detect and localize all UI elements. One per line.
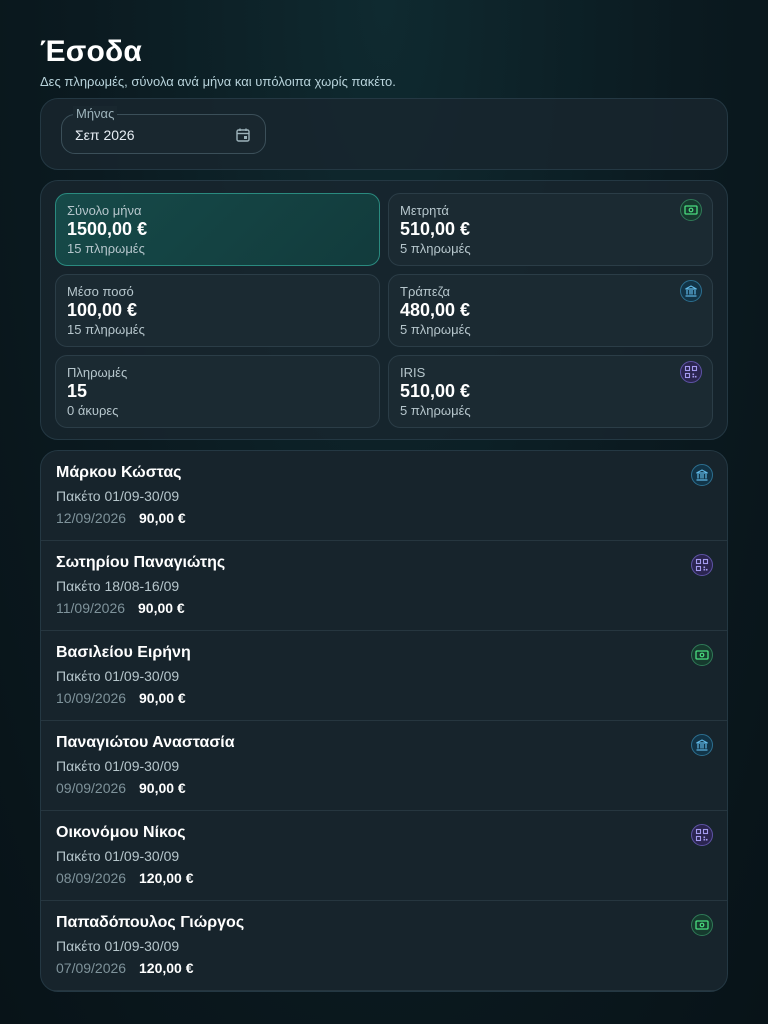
- payment-name: Οικονόμου Νίκος: [56, 824, 186, 841]
- stat-average: Μέσο ποσό 100,00 € 15 πληρωμές: [55, 274, 380, 347]
- cash-icon: [680, 199, 702, 221]
- stat-label: Σύνολο μήνα: [67, 203, 142, 218]
- payment-package: Πακέτο 18/08-16/09: [56, 578, 180, 594]
- stat-sub: 0 άκυρες: [67, 403, 119, 418]
- payment-amount: 90,00 €: [138, 600, 185, 616]
- payment-amount: 90,00 €: [139, 780, 186, 796]
- stat-iris: IRIS 510,00 € 5 πληρωμές: [388, 355, 713, 428]
- stats-card: Σύνολο μήνα 1500,00 € 15 πληρωμές Μετρητ…: [40, 180, 728, 440]
- payment-name: Παναγιώτου Αναστασία: [56, 734, 235, 751]
- payment-amount: 90,00 €: [139, 690, 186, 706]
- payment-row[interactable]: Παναγιώτου Αναστασία Πακέτο 01/09-30/09 09…: [41, 721, 727, 811]
- stat-value: 510,00 €: [400, 381, 471, 401]
- stat-cash: Μετρητά 510,00 € 5 πληρωμές: [388, 193, 713, 266]
- stat-sub: 15 πληρωμές: [67, 322, 145, 337]
- qr-icon: [691, 824, 713, 846]
- filter-card: Μήνας Σεπ 2026: [40, 98, 728, 170]
- income-page: Έσοδα Δες πληρωμές, σύνολα ανά μήνα και …: [40, 34, 728, 992]
- stat-label: Πληρωμές: [67, 365, 128, 380]
- stat-sub: 5 πληρωμές: [400, 322, 471, 337]
- month-picker-value: Σεπ 2026: [75, 127, 135, 143]
- cash-icon: [691, 644, 713, 666]
- stat-payments: Πληρωμές 15 0 άκυρες: [55, 355, 380, 428]
- payment-package: Πακέτο 01/09-30/09: [56, 668, 180, 684]
- payment-name: Βασιλείου Ειρήνη: [56, 644, 191, 661]
- payment-amount: 120,00 €: [139, 870, 194, 886]
- qr-icon: [691, 554, 713, 576]
- stat-value: 100,00 €: [67, 300, 138, 320]
- stat-sub: 5 πληρωμές: [400, 241, 471, 256]
- stat-value: 480,00 €: [400, 300, 471, 320]
- payment-name: Μάρκου Κώστας: [56, 464, 182, 481]
- cash-icon: [691, 914, 713, 936]
- payment-date: 11/09/2026: [56, 600, 126, 616]
- payments-list: Μάρκου Κώστας Πακέτο 01/09-30/09 12/09/202…: [40, 450, 728, 992]
- stat-value: 1500,00 €: [67, 219, 148, 239]
- payment-package: Πακέτο 01/09-30/09: [56, 758, 180, 774]
- payment-row[interactable]: Παπαδόπουλος Γιώργος Πακέτο 01/09-30/09 07…: [41, 901, 727, 991]
- page-subtitle: Δες πληρωμές, σύνολα ανά μήνα και υπόλοι…: [40, 74, 396, 89]
- stat-label: Μετρητά: [400, 203, 449, 218]
- payment-date: 07/09/2026: [56, 960, 127, 976]
- bank-icon: [691, 464, 713, 486]
- payment-date: 10/09/2026: [56, 690, 127, 706]
- month-picker[interactable]: Μήνας Σεπ 2026: [61, 106, 266, 154]
- payment-date: 09/09/2026: [56, 780, 127, 796]
- stat-sub: 15 πληρωμές: [67, 241, 145, 256]
- stat-label: Μέσο ποσό: [67, 284, 134, 299]
- payment-package: Πακέτο 01/09-30/09: [56, 848, 180, 864]
- payment-row[interactable]: Μάρκου Κώστας Πακέτο 01/09-30/09 12/09/202…: [41, 451, 727, 541]
- payment-date: 08/09/2026: [56, 870, 127, 886]
- payment-date: 12/09/2026: [56, 510, 127, 526]
- stat-value: 15: [67, 381, 88, 401]
- payment-amount: 120,00 €: [139, 960, 194, 976]
- stat-sub: 5 πληρωμές: [400, 403, 471, 418]
- payment-row[interactable]: Βασιλείου Ειρήνη Πακέτο 01/09-30/09 10/09/…: [41, 631, 727, 721]
- month-picker-label: Μήνας: [73, 106, 118, 121]
- payment-name: Σωτηρίου Παναγιώτης: [56, 554, 226, 571]
- qr-icon: [680, 361, 702, 383]
- payment-package: Πακέτο 01/09-30/09: [56, 938, 180, 954]
- stat-label: IRIS: [400, 365, 426, 380]
- payment-amount: 90,00 €: [139, 510, 186, 526]
- stat-label: Τράπεζα: [400, 284, 450, 299]
- payment-name: Παπαδόπουλος Γιώργος: [56, 914, 245, 931]
- stat-total-month: Σύνολο μήνα 1500,00 € 15 πληρωμές: [55, 193, 380, 266]
- bank-icon: [680, 280, 702, 302]
- payment-row[interactable]: Οικονόμου Νίκος Πακέτο 01/09-30/09 08/09/2…: [41, 811, 727, 901]
- stat-value: 510,00 €: [400, 219, 471, 239]
- payment-package: Πακέτο 01/09-30/09: [56, 488, 180, 504]
- stat-bank: Τράπεζα 480,00 € 5 πληρωμές: [388, 274, 713, 347]
- page-title: Έσοδα: [40, 35, 143, 68]
- calendar-icon[interactable]: [235, 127, 251, 143]
- bank-icon: [691, 734, 713, 756]
- payment-row[interactable]: Σωτηρίου Παναγιώτης Πακέτο 18/08-16/09 11/…: [41, 541, 727, 631]
